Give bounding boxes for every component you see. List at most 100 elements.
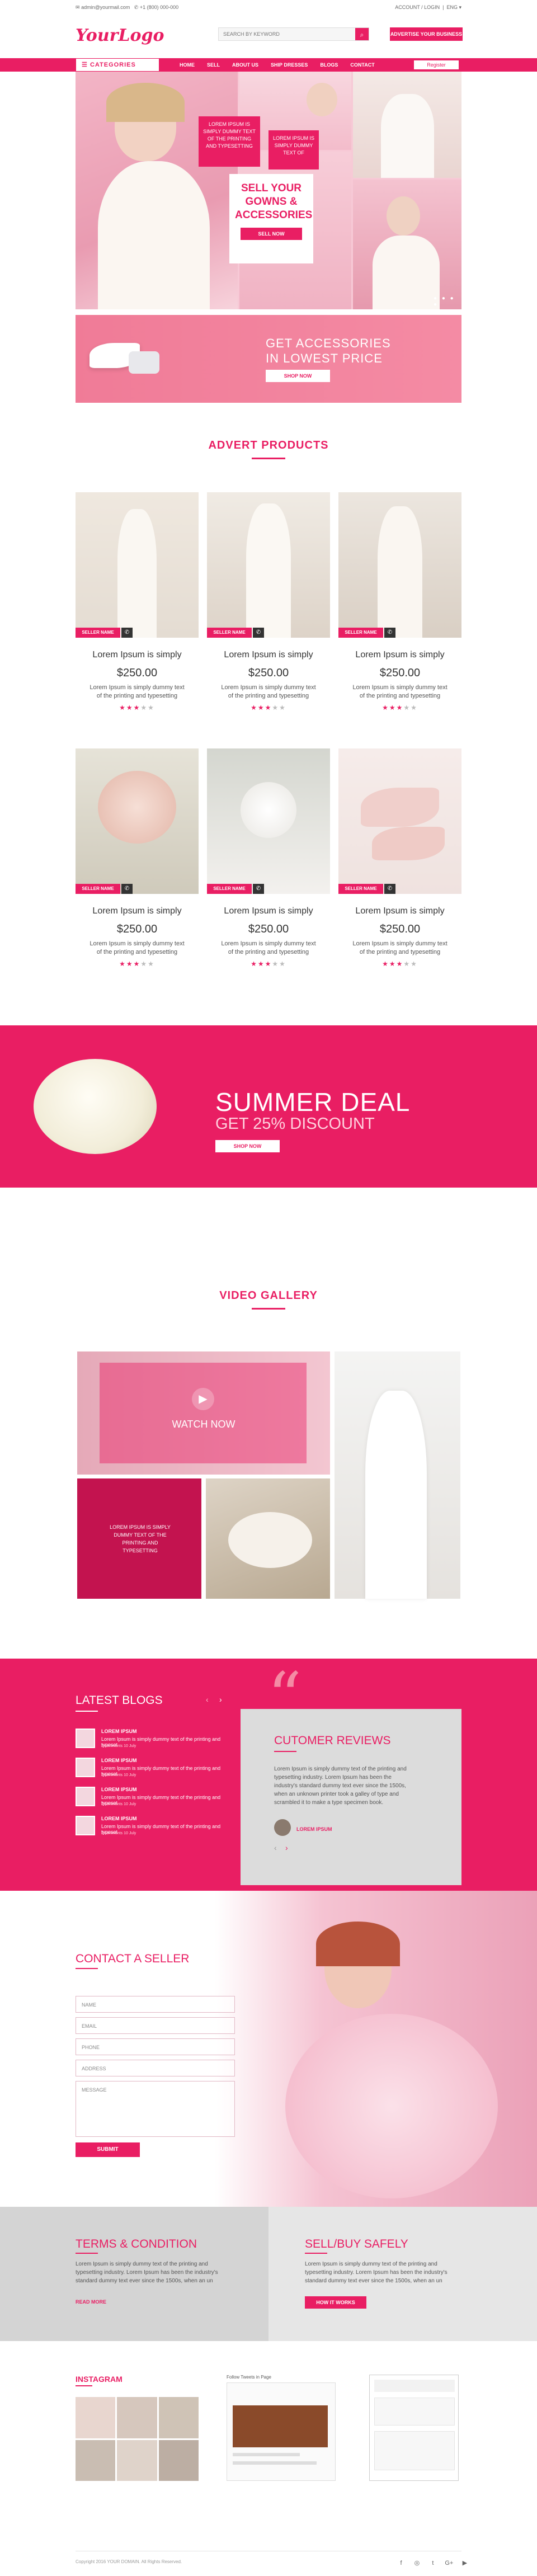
menu-icon[interactable]: ☰ bbox=[82, 62, 88, 68]
product-image[interactable] bbox=[76, 748, 199, 894]
blog-title[interactable]: LOREM IPSUM bbox=[101, 1729, 137, 1734]
product-title[interactable]: Lorem Ipsum is simply bbox=[207, 906, 330, 916]
play-icon[interactable]: ▶ bbox=[192, 1388, 214, 1410]
shoe-image bbox=[90, 332, 159, 382]
watch-now-label[interactable]: WATCH NOW bbox=[77, 1419, 330, 1430]
address-field[interactable]: ADDRESS bbox=[76, 2060, 235, 2076]
promo-title-1: GET ACCESSORIES bbox=[266, 336, 391, 350]
nav-sell[interactable]: SELL bbox=[201, 58, 226, 72]
email-field[interactable]: EMAIL bbox=[76, 2017, 235, 2034]
product-card[interactable]: SELLER NAME ✆ Lorem Ipsum is simply $250… bbox=[76, 748, 199, 972]
instagram-photo[interactable] bbox=[158, 2440, 199, 2481]
instagram-photo[interactable] bbox=[117, 2397, 157, 2438]
instagram-icon[interactable]: ◎ bbox=[413, 2559, 421, 2567]
account-link[interactable]: ACCOUNT / LOGIN bbox=[395, 4, 440, 10]
blog-meta: 2 comments 10 July bbox=[101, 1831, 136, 1835]
google-plus-icon[interactable]: G+ bbox=[445, 2560, 453, 2568]
product-image[interactable] bbox=[207, 492, 330, 638]
product-image[interactable] bbox=[338, 492, 461, 638]
product-title[interactable]: Lorem Ipsum is simply bbox=[76, 650, 199, 660]
advertise-button[interactable]: ADVERTISE YOUR BUSINESS bbox=[390, 27, 463, 41]
seller-name-tag[interactable]: SELLER NAME bbox=[338, 628, 383, 638]
account-links[interactable]: ACCOUNT / LOGIN | ENG ▾ bbox=[395, 4, 461, 11]
blog-thumb[interactable] bbox=[76, 1787, 95, 1806]
video-tile-caption: LOREM IPSUM IS SIMPLY DUMMY TEXT OF THE … bbox=[110, 1524, 171, 1553]
search-icon[interactable]: ⌕ bbox=[355, 28, 369, 40]
blog-thumb[interactable] bbox=[76, 1758, 95, 1777]
phone-field[interactable]: PHONE bbox=[76, 2038, 235, 2055]
instagram-photo[interactable] bbox=[117, 2440, 157, 2481]
video-tile-photo[interactable] bbox=[206, 1478, 330, 1599]
register-button[interactable]: Register bbox=[414, 60, 459, 69]
blog-title[interactable]: LOREM IPSUM bbox=[101, 1816, 137, 1821]
message-field[interactable]: MESSAGE bbox=[76, 2081, 235, 2137]
seller-name-tag[interactable]: SELLER NAME bbox=[338, 884, 383, 894]
seller-name-tag[interactable]: SELLER NAME bbox=[76, 628, 120, 638]
hero-slider-dots[interactable]: ● ● ● ● bbox=[434, 295, 461, 308]
blog-title[interactable]: LOREM IPSUM bbox=[101, 1758, 137, 1763]
instagram-photo[interactable] bbox=[158, 2397, 199, 2438]
search-input[interactable] bbox=[219, 28, 355, 40]
blog-title[interactable]: LOREM IPSUM bbox=[101, 1787, 137, 1792]
phone-icon[interactable]: ✆ bbox=[384, 884, 395, 894]
seller-name-tag[interactable]: SELLER NAME bbox=[207, 628, 252, 638]
submit-button[interactable]: SUBMIT bbox=[76, 2142, 140, 2157]
youtube-icon[interactable]: ▶ bbox=[461, 2559, 469, 2567]
product-image[interactable] bbox=[76, 492, 199, 638]
product-title[interactable]: Lorem Ipsum is simply bbox=[76, 906, 199, 916]
reviews-prev-icon[interactable]: ‹ bbox=[274, 1843, 277, 1852]
product-image[interactable] bbox=[338, 748, 461, 894]
instagram-photo[interactable] bbox=[76, 2397, 116, 2438]
video-tile-tall[interactable] bbox=[335, 1351, 460, 1599]
instagram-title: INSTAGRAM bbox=[76, 2375, 123, 2384]
facebook-widget[interactable] bbox=[369, 2375, 459, 2481]
product-title[interactable]: Lorem Ipsum is simply bbox=[207, 650, 330, 660]
blog-item[interactable]: LOREM IPSUM Lorem Ipsum is simply dummy t… bbox=[76, 1756, 232, 1784]
blogs-next-icon[interactable]: › bbox=[219, 1695, 222, 1704]
twitter-icon[interactable]: t bbox=[429, 2560, 437, 2568]
phone-icon[interactable]: ✆ bbox=[253, 628, 264, 638]
seller-name-tag[interactable]: SELLER NAME bbox=[207, 884, 252, 894]
instagram-grid[interactable] bbox=[76, 2397, 199, 2481]
product-card[interactable]: SELLER NAME ✆ Lorem Ipsum is simply $250… bbox=[338, 748, 461, 972]
nav-contact[interactable]: CONTACT bbox=[344, 58, 380, 72]
reviews-next-icon[interactable]: › bbox=[285, 1843, 288, 1852]
phone-icon[interactable]: ✆ bbox=[121, 628, 133, 638]
nav-blogs[interactable]: BLOGS bbox=[314, 58, 344, 72]
product-title[interactable]: Lorem Ipsum is simply bbox=[338, 906, 461, 916]
language-select[interactable]: ENG bbox=[446, 4, 458, 10]
safely-text: Lorem Ipsum is simply dummy text of the … bbox=[305, 2261, 447, 2284]
product-card[interactable]: SELLER NAME ✆ Lorem Ipsum is simply $250… bbox=[207, 492, 330, 716]
categories-button[interactable]: ☰ CATEGORIES bbox=[76, 58, 159, 72]
product-card[interactable]: SELLER NAME ✆ Lorem Ipsum is simply $250… bbox=[207, 748, 330, 972]
blog-thumb[interactable] bbox=[76, 1816, 95, 1835]
product-card[interactable]: SELLER NAME ✆ Lorem Ipsum is simply $250… bbox=[76, 492, 199, 716]
product-card[interactable]: SELLER NAME ✆ Lorem Ipsum is simply $250… bbox=[338, 492, 461, 716]
phone-icon[interactable]: ✆ bbox=[121, 884, 133, 894]
chevron-down-icon[interactable]: ▾ bbox=[459, 4, 461, 10]
nav-about[interactable]: ABOUT US bbox=[226, 58, 265, 72]
nav-home[interactable]: HOME bbox=[173, 58, 201, 72]
video-player[interactable]: ▶ WATCH NOW bbox=[77, 1351, 330, 1475]
seller-name-tag[interactable]: SELLER NAME bbox=[76, 884, 120, 894]
how-it-works-button[interactable]: HOW IT WORKS bbox=[305, 2296, 366, 2309]
blog-item[interactable]: LOREM IPSUM Lorem Ipsum is simply dummy t… bbox=[76, 1786, 232, 1814]
read-more-link[interactable]: READ MORE bbox=[76, 2299, 106, 2305]
name-field[interactable]: NAME bbox=[76, 1996, 235, 2013]
sell-now-button[interactable]: SELL NOW bbox=[241, 228, 302, 240]
blog-thumb[interactable] bbox=[76, 1729, 95, 1748]
blogs-prev-icon[interactable]: ‹ bbox=[206, 1695, 209, 1704]
facebook-icon[interactable]: f bbox=[397, 2560, 405, 2568]
shop-now-button[interactable]: SHOP NOW bbox=[266, 370, 330, 382]
logo[interactable]: YourLogo bbox=[76, 26, 164, 45]
phone-icon[interactable]: ✆ bbox=[253, 884, 264, 894]
instagram-photo[interactable] bbox=[76, 2440, 116, 2481]
product-image[interactable] bbox=[207, 748, 330, 894]
deal-shop-now-button[interactable]: SHOP NOW bbox=[215, 1140, 280, 1152]
blog-item[interactable]: LOREM IPSUM Lorem Ipsum is simply dummy t… bbox=[76, 1727, 232, 1755]
twitter-widget[interactable]: Follow Tweets in Page bbox=[227, 2375, 336, 2481]
product-title[interactable]: Lorem Ipsum is simply bbox=[338, 650, 461, 660]
nav-ship-dresses[interactable]: SHIP DRESSES bbox=[265, 58, 314, 72]
blog-item[interactable]: LOREM IPSUM Lorem Ipsum is simply dummy t… bbox=[76, 1815, 232, 1843]
phone-icon[interactable]: ✆ bbox=[384, 628, 395, 638]
